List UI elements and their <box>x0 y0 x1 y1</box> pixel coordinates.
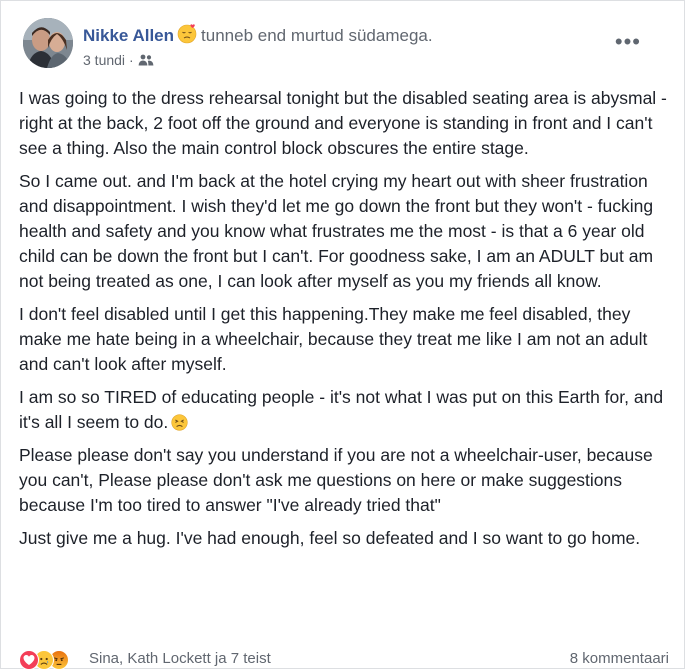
post-paragraph: Just give me a hug. I've had enough, fee… <box>19 528 641 548</box>
love-reaction-icon[interactable] <box>19 650 39 669</box>
post-paragraph: Please please don't say you understand i… <box>19 445 653 515</box>
post-paragraph: I don't feel disabled until I get this h… <box>19 304 648 374</box>
meta-separator: · <box>129 52 134 68</box>
post-paragraph-with-emoji: I am so so TIRED of educating people - i… <box>19 385 667 435</box>
post-paragraph: I was going to the dress rehearsal tonig… <box>19 88 667 158</box>
post-card: Nikke Allen tunneb end murtud südamega. … <box>0 0 685 669</box>
post-paragraph: I am so so TIRED of educating people - i… <box>19 387 664 432</box>
more-options-button[interactable]: ••• <box>615 31 641 53</box>
post-paragraph: So I came out. and I'm back at the hotel… <box>19 171 654 291</box>
reactions-summary[interactable] <box>19 649 89 669</box>
author-avatar[interactable] <box>23 18 73 68</box>
feeling-text: tunneb end murtud südamega. <box>201 26 433 45</box>
post-footer: Sina, Kath Lockett ja 7 teist 8 kommenta… <box>19 649 669 669</box>
author-name[interactable]: Nikke Allen <box>83 26 174 45</box>
post-header: Nikke Allen tunneb end murtud südamega. … <box>23 18 663 70</box>
timestamp[interactable]: 3 tundi <box>83 52 125 68</box>
broken-hearted-face-icon <box>177 24 197 44</box>
persevering-face-icon <box>171 413 188 431</box>
reacted-by-text[interactable]: Sina, Kath Lockett ja 7 teist <box>89 649 271 669</box>
post-body: I was going to the dress rehearsal tonig… <box>19 86 667 559</box>
friends-icon[interactable] <box>138 52 154 66</box>
post-meta: 3 tundi · <box>83 51 154 69</box>
post-title-line: Nikke Allen tunneb end murtud südamega. <box>83 24 433 47</box>
comments-count[interactable]: 8 kommentaari <box>570 649 669 669</box>
